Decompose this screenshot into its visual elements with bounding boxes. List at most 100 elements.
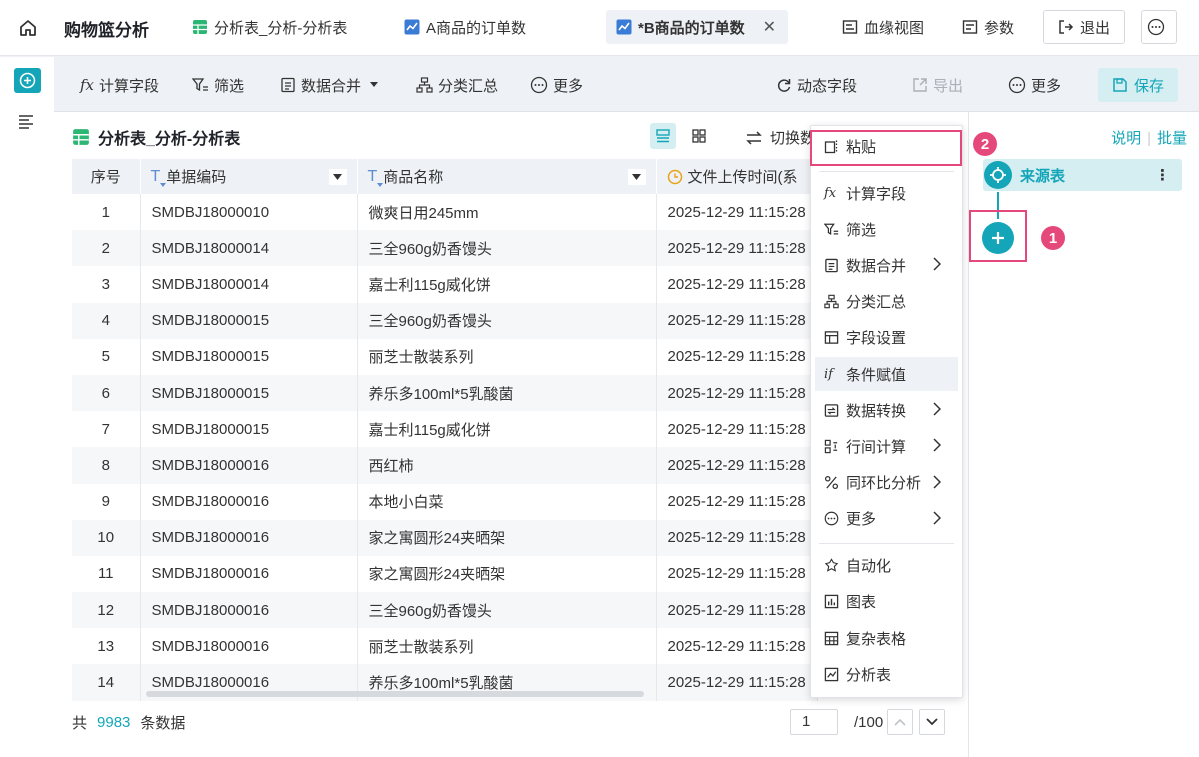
table-row[interactable]: 10 SMDBJ18000016 家之寓圆形24夹晒架 2025-12-29 11:1… (72, 519, 818, 556)
exit-button[interactable]: 退出 (1043, 10, 1126, 44)
clock-icon (667, 169, 682, 184)
filter-icon (192, 78, 208, 92)
more-button[interactable]: 更多 (530, 74, 583, 96)
menu-item-complex-table[interactable]: 复杂表格 (815, 621, 958, 655)
caret-down-icon[interactable] (328, 168, 347, 185)
table-row[interactable]: 11 SMDBJ18000016 家之寓圆形24夹晒架 2025-12-29 11:1… (72, 555, 818, 593)
menu-item-chart[interactable]: 图表 (815, 585, 958, 619)
product-name-cell: 养乐多100ml*5乳酸菌 (357, 374, 657, 412)
table-row[interactable]: 2 SMDBJ18000014 三全960g奶香馒头 2025-12-29 11:15… (72, 230, 818, 267)
more-icon (824, 511, 846, 526)
product-name-cell: 嘉士利115g威化饼 (357, 411, 657, 448)
add-icon[interactable] (14, 68, 41, 93)
table-row[interactable]: 6 SMDBJ18000015 养乐多100ml*5乳酸菌 2025-12-29 11… (72, 374, 818, 412)
lineage-view-button[interactable]: 血缘视图 (842, 10, 924, 44)
add-step-button[interactable] (982, 222, 1014, 254)
tab-label: 分析表_分析-分析表 (214, 19, 348, 37)
doc-code-cell: SMDBJ18000016 (140, 555, 358, 593)
menu-item-data-convert[interactable]: 数据转换 (815, 393, 958, 427)
tab-label: *B商品的订单数 (638, 19, 745, 37)
source-table-node[interactable]: 来源表 ⋮ (983, 159, 1182, 191)
table-row[interactable]: 13 SMDBJ18000016 丽芝士散装系列 2025-12-29 11:15:2… (72, 628, 818, 665)
table-row[interactable]: 1 SMDBJ18000010 微爽日用245mm 2025-12-29 11:15:… (72, 194, 818, 231)
table-row[interactable]: 8 SMDBJ18000016 西红柿 2025-12-29 11:15:28 (72, 447, 818, 484)
pagination: 1 /100 (790, 709, 946, 735)
horizontal-scrollbar[interactable] (146, 691, 644, 697)
tab-b-orders[interactable]: *B商品的订单数 ✕ (606, 10, 789, 44)
prev-page-button[interactable] (887, 709, 914, 735)
page-input[interactable]: 1 (790, 709, 838, 735)
context-menu: 粘贴 fx 计算字段 筛选 数据合并 分类汇总 字段设置 if 条件赋值 数据转换 行间计算 同环比分… (810, 125, 963, 698)
table-row[interactable]: 4 SMDBJ18000015 三全960g奶香馒头 2025-12-29 11:15… (72, 302, 818, 339)
hierarchy-icon (824, 294, 846, 309)
column-header-product-name[interactable]: T 商品名称 (357, 159, 657, 194)
close-icon[interactable]: ✕ (763, 17, 776, 37)
dynamic-field-button[interactable]: 动态字段 (776, 74, 857, 96)
swap-icon (746, 130, 762, 145)
merge-dropdown[interactable]: 数据合并 (280, 74, 384, 96)
chevron-right-icon (933, 438, 941, 452)
product-name-cell: 丽芝士散装系列 (357, 628, 657, 665)
tab-a-orders[interactable]: A商品的订单数 (404, 10, 526, 44)
row-index: 12 (72, 592, 141, 629)
save-label: 保存 (1133, 77, 1164, 95)
batch-link[interactable]: 批量 (1157, 130, 1187, 147)
calc-field-button[interactable]: fx 计算字段 (80, 74, 159, 96)
params-button[interactable]: 参数 (962, 10, 1014, 44)
upload-time-cell: 2025-12-29 11:15:28 (656, 374, 818, 412)
menu-item-merge[interactable]: 数据合并 (815, 248, 958, 282)
vertical-dots-icon[interactable]: ⋮ (1155, 166, 1170, 184)
table-row[interactable]: 5 SMDBJ18000015 丽芝士散装系列 2025-12-29 11:15:28 (72, 338, 818, 375)
source-table-label: 来源表 (1020, 167, 1066, 185)
list-icon[interactable] (18, 114, 36, 133)
menu-item-analysis-table[interactable]: 分析表 (815, 658, 958, 692)
menu-item-filter[interactable]: 筛选 (815, 212, 958, 246)
menu-item-condition-assign[interactable]: if 条件赋值 (815, 357, 958, 391)
menu-item-label: 更多 (846, 511, 877, 529)
next-page-button[interactable] (919, 709, 946, 735)
group-sum-button[interactable]: 分类汇总 (416, 74, 498, 96)
table-row[interactable]: 12 SMDBJ18000016 三全960g奶香馒头 2025-12-29 11:1… (72, 592, 818, 629)
more-right-button[interactable]: 更多 (1008, 74, 1061, 96)
table-row[interactable]: 3 SMDBJ18000014 嘉士利115g威化饼 2025-12-29 11:15… (72, 266, 818, 303)
page-total: /100 (854, 713, 884, 731)
merge-label: 数据合并 (301, 77, 362, 95)
exit-label: 退出 (1080, 19, 1111, 37)
menu-item-field-settings[interactable]: 字段设置 (815, 321, 958, 355)
table-row[interactable]: 7 SMDBJ18000015 嘉士利115g威化饼 2025-12-29 11:15… (72, 411, 818, 448)
list-view-icon[interactable] (650, 123, 676, 149)
more-options-button[interactable] (1141, 10, 1177, 44)
menu-item-calc-field[interactable]: fx 计算字段 (815, 176, 958, 210)
fx-icon: fx (80, 76, 95, 94)
column-header-doc-code[interactable]: T 单据编码 (140, 159, 358, 194)
menu-item-label: 字段设置 (846, 330, 907, 348)
menu-item-yoy-analysis[interactable]: 同环比分析 (815, 466, 958, 500)
switch-button[interactable]: 切换数 (746, 127, 815, 148)
column-header-upload-time[interactable]: 文件上传时间(系 (656, 159, 818, 194)
doc-code-cell: SMDBJ18000016 (140, 628, 358, 665)
menu-item-group-sum[interactable]: 分类汇总 (815, 285, 958, 319)
menu-item-more[interactable]: 更多 (815, 502, 958, 536)
filter-button[interactable]: 筛选 (192, 74, 244, 96)
filter-icon (824, 222, 846, 237)
line-chart-icon (616, 19, 632, 35)
menu-divider (819, 171, 954, 172)
save-button[interactable]: 保存 (1098, 68, 1178, 102)
table-row[interactable]: 9 SMDBJ18000016 本地小白菜 2025-12-29 11:15:28 (72, 483, 818, 520)
menu-item-row-calc[interactable]: 行间计算 (815, 429, 958, 463)
complex-table-icon (824, 631, 846, 646)
upload-time-cell: 2025-12-29 11:15:28 (656, 411, 818, 448)
grid-view-icon[interactable] (686, 123, 712, 149)
explain-link[interactable]: 说明 (1111, 130, 1141, 147)
caret-down-icon[interactable] (627, 168, 646, 185)
home-icon[interactable] (14, 14, 42, 42)
row-index: 6 (72, 374, 141, 412)
product-name-cell: 家之寓圆形24夹晒架 (357, 519, 657, 556)
export-button[interactable]: 导出 (912, 74, 963, 96)
tab-analysis-table[interactable]: 分析表_分析-分析表 (192, 10, 347, 44)
plus-icon (992, 232, 1004, 244)
row-index: 10 (72, 519, 141, 556)
menu-item-automation[interactable]: 自动化 (815, 548, 958, 582)
menu-item-label: 筛选 (846, 221, 877, 239)
doc-code-cell: SMDBJ18000016 (140, 483, 358, 520)
